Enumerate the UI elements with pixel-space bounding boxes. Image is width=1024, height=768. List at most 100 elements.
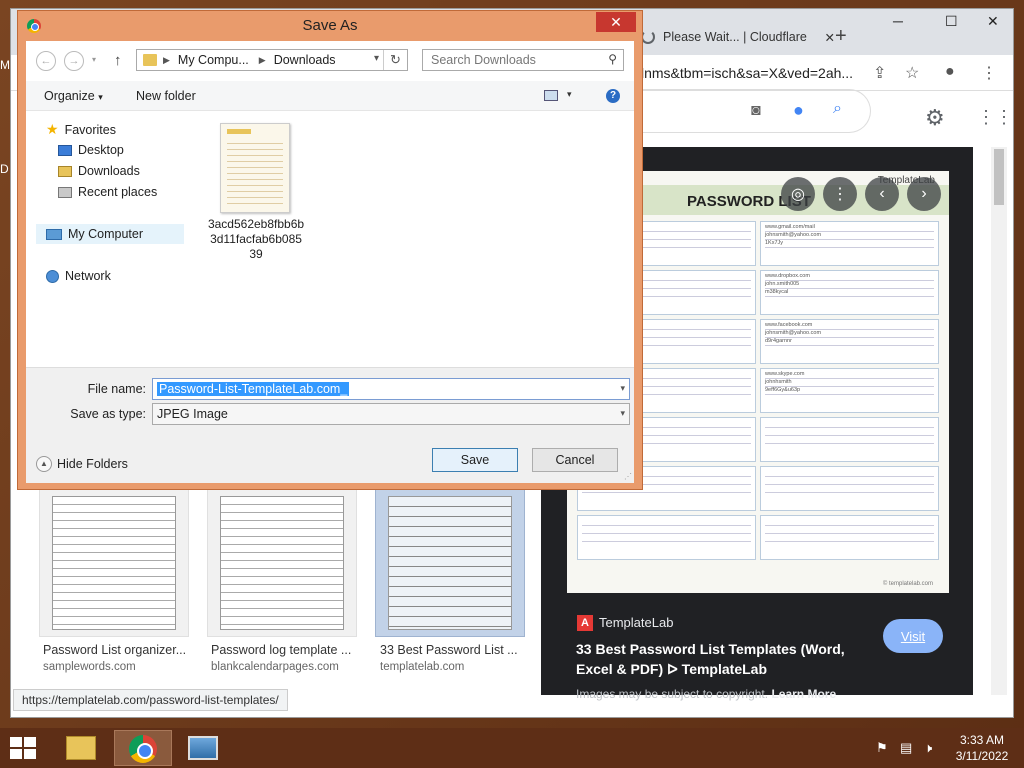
profile-avatar-icon[interactable]: ●: [945, 63, 955, 81]
previous-image-button[interactable]: ‹: [865, 177, 899, 211]
microphone-icon[interactable]: ●: [793, 100, 804, 121]
recent-locations-icon[interactable]: ▾: [92, 55, 96, 64]
more-options-button[interactable]: ⋮: [823, 177, 857, 211]
chrome-icon: [129, 735, 157, 763]
nav-downloads[interactable]: Downloads: [58, 164, 140, 178]
thumbnail-header-strip: [227, 129, 251, 134]
google-search-box[interactable]: ◙ ● ⌕: [641, 89, 871, 133]
nav-network[interactable]: Network: [46, 269, 111, 283]
file-thumbnail[interactable]: [220, 123, 290, 213]
close-window-button[interactable]: ✕: [987, 13, 999, 30]
password-card-value: www.dropbox.com: [765, 273, 934, 282]
breadcrumb-chevron-icon[interactable]: ▶: [163, 55, 178, 66]
taskbar-clock[interactable]: 3:33 AM 3/11/2022: [952, 732, 1012, 764]
command-bar: Organize ▾ New folder ▾ ?: [26, 81, 634, 111]
file-name-dropdown-icon[interactable]: ▾: [620, 383, 625, 394]
maximize-button[interactable]: ☐: [945, 13, 958, 30]
search-icon[interactable]: ⌕: [833, 100, 842, 118]
help-icon[interactable]: ?: [606, 89, 620, 103]
password-card-value: john.smith005: [765, 281, 934, 290]
learn-more-link[interactable]: Learn More: [771, 687, 836, 701]
status-bar-url: https://templatelab.com/password-list-te…: [13, 689, 288, 711]
refresh-icon[interactable]: ↻: [383, 50, 407, 70]
nav-my-computer[interactable]: My Computer: [36, 224, 184, 244]
breadcrumb-segment[interactable]: My Compu...: [178, 53, 259, 67]
minimize-button[interactable]: ─: [893, 13, 903, 29]
windows-start-button[interactable]: [10, 737, 36, 759]
next-image-button[interactable]: ›: [907, 177, 941, 211]
image-result-thumbnail[interactable]: [207, 489, 357, 637]
nav-favorites[interactable]: ★ Favorites: [46, 121, 116, 138]
file-name-value[interactable]: Password-List-TemplateLab.com_: [157, 382, 350, 396]
bookmark-star-icon[interactable]: ☆: [905, 63, 919, 83]
new-folder-button[interactable]: New folder: [136, 89, 196, 103]
visit-button[interactable]: Visit: [883, 619, 943, 653]
page-scrollbar[interactable]: [991, 147, 1007, 695]
file-name-field[interactable]: Password-List-TemplateLab.com_ ▾: [152, 378, 630, 400]
copyright-notice: Images may be subject to copyright. Lear…: [576, 687, 836, 701]
thumbnail-rows: [227, 138, 283, 206]
view-options-dropdown-icon[interactable]: ▾: [567, 89, 572, 100]
thumbnail-title[interactable]: Password List organizer...: [43, 643, 193, 657]
hide-folders-button[interactable]: ▲ Hide Folders: [36, 456, 128, 472]
scrollbar-thumb[interactable]: [994, 149, 1004, 205]
save-form-area: File name: Password-List-TemplateLab.com…: [26, 367, 634, 483]
apps-grid-icon[interactable]: ⋮⋮: [977, 107, 1013, 128]
network-status-icon[interactable]: ▤: [900, 740, 912, 756]
resize-grip-icon[interactable]: ⋰: [624, 472, 632, 481]
lens-search-button[interactable]: ◎: [781, 177, 815, 211]
password-card-value: www.facebook.com: [765, 322, 934, 331]
search-downloads-input[interactable]: Search Downloads ⚲: [422, 49, 624, 71]
star-icon: ★: [46, 121, 59, 137]
image-result-thumbnail-selected[interactable]: [375, 489, 525, 637]
action-center-flag-icon[interactable]: ⚑: [876, 740, 888, 756]
address-dropdown-icon[interactable]: ▾: [374, 53, 379, 64]
back-button[interactable]: ←: [36, 51, 56, 71]
share-icon[interactable]: ⇪: [873, 63, 886, 83]
password-card-value: [765, 428, 934, 436]
settings-gear-icon[interactable]: ⚙: [925, 105, 945, 131]
change-view-icon[interactable]: [544, 90, 558, 101]
breadcrumb-segment[interactable]: Downloads: [274, 53, 346, 67]
thumbnail-image: [388, 496, 512, 630]
browser-tab[interactable]: Please Wait... | Cloudflare ✕: [631, 21, 835, 53]
nav-label: Downloads: [78, 164, 140, 178]
password-card-value: [765, 436, 934, 444]
up-folder-button[interactable]: ↑: [114, 52, 122, 69]
tab-close-icon[interactable]: ✕: [825, 30, 835, 45]
save-type-select[interactable]: JPEG Image ▾: [152, 403, 630, 425]
file-explorer-icon: [66, 736, 96, 760]
windows-logo-pane: [24, 737, 36, 747]
search-icon[interactable]: ⚲: [608, 52, 617, 66]
save-button[interactable]: Save: [432, 448, 518, 472]
browser-menu-icon[interactable]: ⋮: [981, 63, 997, 83]
cancel-button[interactable]: Cancel: [532, 448, 618, 472]
password-card-value: 1Kx7Jy: [765, 240, 934, 249]
thumbnail-image: [220, 496, 344, 630]
camera-icon[interactable]: ◙: [751, 102, 761, 120]
address-breadcrumb[interactable]: ▶ My Compu... ▶ Downloads ▾ ↻: [136, 49, 408, 71]
taskbar-file-explorer[interactable]: [52, 730, 110, 766]
volume-muted-icon[interactable]: 🕨: [924, 740, 932, 756]
thumbnail-title[interactable]: 33 Best Password List ...: [380, 643, 530, 657]
source-name[interactable]: TemplateLab: [599, 615, 673, 630]
result-title[interactable]: 33 Best Password List Templates (Word, E…: [576, 639, 866, 679]
forward-button[interactable]: →: [64, 51, 84, 71]
dialog-close-button[interactable]: ✕: [596, 12, 636, 32]
new-tab-button[interactable]: +: [835, 25, 847, 48]
save-type-dropdown-icon[interactable]: ▾: [620, 408, 625, 419]
breadcrumb-chevron-icon[interactable]: ▶: [259, 55, 274, 66]
file-name-label[interactable]: 3acd562eb8fbb6b 3d11facfab6b085 39: [206, 217, 306, 262]
nav-recent-places[interactable]: Recent places: [58, 185, 157, 199]
organize-menu-button[interactable]: Organize ▾: [44, 89, 103, 103]
nav-label: My Computer: [68, 227, 144, 241]
thumbnail-title[interactable]: Password log template ...: [211, 643, 361, 657]
nav-desktop[interactable]: Desktop: [58, 143, 124, 157]
image-result-thumbnail[interactable]: [39, 489, 189, 637]
password-card-value: [765, 485, 934, 493]
file-list-pane: 3acd562eb8fbb6b 3d11facfab6b085 39: [196, 111, 634, 367]
taskbar-chrome[interactable]: [114, 730, 172, 766]
password-card: [577, 515, 756, 560]
taskbar-photos[interactable]: [174, 730, 232, 766]
address-bar[interactable]: lnms&tbm=isch&sa=X&ved=2ah...: [641, 65, 853, 81]
